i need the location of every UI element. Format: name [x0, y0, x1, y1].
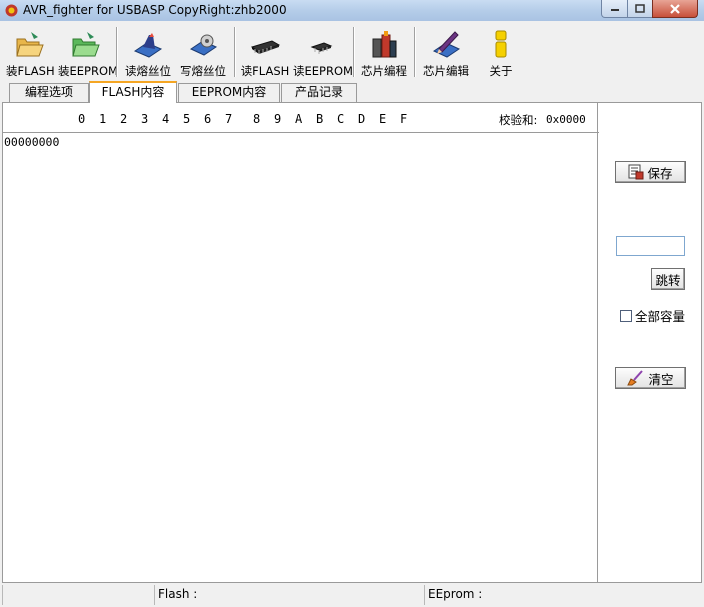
hex-data-area[interactable]: 00000000: [3, 134, 597, 582]
hex-column-label: 8: [253, 112, 261, 126]
app-window: AVR_fighter for USBASP CopyRight:zhb2000…: [0, 0, 704, 607]
app-icon: [5, 4, 18, 17]
jump-address-input[interactable]: [616, 236, 685, 256]
toolbar-separator: [353, 27, 355, 77]
maximize-button[interactable]: [627, 0, 653, 18]
read-flash-label: 读FLASH: [240, 64, 290, 78]
tab-flash-content[interactable]: FLASH内容: [89, 81, 177, 103]
about-icon: [495, 30, 507, 58]
hex-column-label: 2: [120, 112, 128, 126]
read-fuse-icon: [133, 33, 163, 58]
window-title: AVR_fighter for USBASP CopyRight:zhb2000: [23, 3, 287, 17]
hex-column-label: 4: [162, 112, 170, 126]
row-address: 00000000: [4, 135, 60, 149]
load-flash-button[interactable]: 装FLASH: [6, 25, 55, 79]
program-chip-icon: [372, 31, 397, 58]
tab-strip: 编程选项 FLASH内容 EEPROM内容 产品记录: [0, 81, 704, 103]
load-eeprom-label: 装EEPROM: [58, 64, 118, 78]
load-eeprom-button[interactable]: 装EEPROM: [58, 25, 118, 79]
hex-column-label: D: [358, 112, 366, 126]
folder-open-icon: [16, 32, 44, 57]
checksum-value: 0x0000: [546, 113, 586, 126]
flash-content-pane: 0 1 2 3 4 5 6 7 8 9 A B C D E F 校验和: 0x0…: [2, 102, 702, 583]
toolbar-separator: [234, 27, 236, 77]
tab-program-options[interactable]: 编程选项: [9, 83, 89, 102]
write-fuse-icon: [189, 34, 218, 56]
tab-eeprom-content[interactable]: EEPROM内容: [178, 83, 280, 102]
hex-column-label: E: [379, 112, 387, 126]
jump-label: 跳转: [655, 272, 681, 288]
toolbar-separator: [116, 27, 118, 77]
clear-button[interactable]: 清空: [615, 367, 686, 389]
hex-column-label: F: [400, 112, 408, 126]
small-chip-icon: [310, 42, 333, 54]
status-flash: Flash :: [154, 585, 424, 605]
tab-product-records[interactable]: 产品记录: [281, 83, 357, 102]
status-eeprom: EEprom :: [424, 585, 702, 605]
pane-divider: [597, 103, 598, 582]
status-bar: Flash : EEprom :: [0, 584, 704, 607]
close-icon: [670, 3, 680, 14]
write-fuse-button[interactable]: 写熔丝位: [176, 25, 230, 79]
edit-chip-label: 芯片编辑: [423, 64, 469, 78]
save-icon: [628, 164, 644, 180]
close-button[interactable]: [652, 0, 698, 18]
hex-column-label: 0: [78, 112, 86, 126]
toolbar-separator: [414, 27, 416, 77]
hex-column-label: B: [316, 112, 324, 126]
save-button[interactable]: 保存: [615, 161, 686, 183]
program-chip-label: 芯片编程: [361, 64, 407, 78]
hex-column-header: 0 1 2 3 4 5 6 7 8 9 A B C D E F 校验和: 0x0…: [3, 103, 599, 133]
minimize-icon: [610, 8, 619, 11]
clear-label: 清空: [648, 371, 674, 387]
edit-chip-button[interactable]: 芯片编辑: [419, 25, 473, 79]
checksum-label: 校验和:: [499, 113, 538, 127]
full-capacity-option[interactable]: 全部容量: [620, 306, 685, 325]
about-label: 关于: [489, 64, 513, 78]
about-button[interactable]: 关于: [476, 25, 526, 79]
hex-column-label: 7: [225, 112, 233, 126]
title-bar[interactable]: AVR_fighter for USBASP CopyRight:zhb2000: [0, 0, 704, 21]
toolbar: 装FLASH 装EEPROM 读熔丝位 写熔丝位 读FLASH 读EEPROM …: [0, 21, 704, 79]
hex-column-label: 5: [183, 112, 191, 126]
read-fuse-button[interactable]: 读熔丝位: [121, 25, 175, 79]
hex-column-label: 1: [99, 112, 107, 126]
folder-open-green-icon: [72, 32, 100, 57]
load-flash-label: 装FLASH: [6, 64, 55, 78]
maximize-icon: [635, 4, 645, 13]
status-cell-main: [2, 585, 154, 605]
read-fuse-label: 读熔丝位: [125, 64, 171, 78]
edit-chip-icon: [432, 31, 461, 58]
read-flash-button[interactable]: 读FLASH: [240, 25, 290, 79]
save-label: 保存: [647, 165, 673, 181]
hex-column-label: 3: [141, 112, 149, 126]
minimize-button[interactable]: [601, 0, 628, 18]
hex-column-label: A: [295, 112, 303, 126]
full-capacity-checkbox[interactable]: [620, 309, 632, 322]
hex-column-label: 6: [204, 112, 212, 126]
read-eeprom-button[interactable]: 读EEPROM: [293, 25, 353, 79]
jump-button[interactable]: 跳转: [651, 268, 685, 290]
program-chip-button[interactable]: 芯片编程: [357, 25, 411, 79]
chip-icon: [250, 40, 280, 54]
hex-column-label: C: [337, 112, 345, 126]
write-fuse-label: 写熔丝位: [180, 64, 226, 78]
read-eeprom-label: 读EEPROM: [293, 64, 353, 78]
full-capacity-label: 全部容量: [635, 309, 686, 324]
hex-column-label: 9: [274, 112, 282, 126]
broom-icon: [627, 370, 644, 386]
